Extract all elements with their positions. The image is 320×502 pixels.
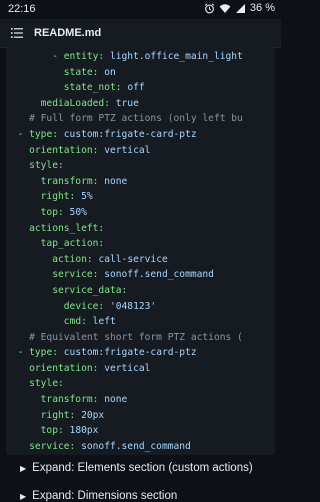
expander-label: Expand: Dimensions section bbox=[32, 490, 178, 502]
code-key: action: bbox=[52, 253, 99, 265]
code-value: 50% bbox=[69, 206, 87, 218]
code-value: vertical bbox=[104, 362, 151, 374]
code-value: call-service bbox=[98, 253, 168, 265]
code-content: - entity: light.office_main_light state:… bbox=[6, 47, 275, 455]
code-line: actions_left: bbox=[6, 221, 275, 237]
code-line: style: bbox=[6, 376, 275, 392]
code-line: - entity: light.office_main_light bbox=[6, 49, 275, 65]
code-key: - type: bbox=[17, 347, 64, 359]
code-line: orientation: vertical bbox=[6, 143, 275, 159]
code-line: tap_action: bbox=[6, 236, 275, 252]
file-header: README.md bbox=[0, 19, 281, 48]
code-line: transform: none bbox=[6, 392, 275, 408]
wifi-icon bbox=[219, 3, 231, 13]
code-line: # Equivalent short form PTZ actions ( bbox=[6, 330, 275, 346]
triangle-right-icon: ▶ bbox=[20, 463, 27, 473]
code-value: none bbox=[104, 394, 128, 406]
code-line: state: on bbox=[6, 65, 275, 81]
code-line: - type: custom:frigate-card-ptz bbox=[6, 127, 275, 143]
file-name: README.md bbox=[34, 27, 102, 39]
code-line: data_left: bbox=[6, 454, 275, 455]
code-line: - type: custom:frigate-card-ptz bbox=[6, 345, 275, 361]
battery-percent: 36 % bbox=[249, 2, 275, 14]
code-line: action: call-service bbox=[6, 252, 275, 268]
code-key: top: bbox=[40, 206, 70, 218]
code-key: - entity: bbox=[52, 51, 110, 62]
code-key: state_not: bbox=[63, 82, 128, 94]
code-key: service: bbox=[29, 440, 82, 452]
status-icons: 36 % bbox=[204, 2, 275, 14]
code-line: orientation: vertical bbox=[6, 361, 275, 377]
code-line: service_data: bbox=[6, 283, 275, 299]
code-line: # Full form PTZ actions (only left bu bbox=[6, 111, 275, 127]
code-value: custom:frigate-card-ptz bbox=[63, 347, 197, 359]
code-line: service: sonoff.send_command bbox=[6, 267, 275, 283]
code-line: top: 180px bbox=[6, 423, 275, 439]
expander-dimensions-section[interactable]: ▶ Expand: Dimensions section bbox=[20, 490, 177, 502]
code-value: 180px bbox=[69, 425, 99, 437]
code-value: true bbox=[115, 97, 139, 109]
code-value: 5% bbox=[81, 191, 93, 203]
code-value: custom:frigate-card-ptz bbox=[63, 128, 197, 140]
code-value: vertical bbox=[104, 144, 151, 156]
code-key: orientation: bbox=[29, 144, 105, 156]
code-key: transform: bbox=[40, 175, 105, 187]
code-key: state: bbox=[63, 66, 105, 78]
code-line: top: 50% bbox=[6, 205, 275, 221]
triangle-right-icon: ▶ bbox=[20, 491, 27, 501]
expander-elements-section[interactable]: ▶ Expand: Elements section (custom actio… bbox=[20, 462, 253, 474]
menu-icon[interactable] bbox=[10, 26, 24, 40]
code-line: mediaLoaded: true bbox=[6, 96, 275, 112]
code-value: sonoff.send_command bbox=[104, 269, 214, 281]
code-key: actions_left: bbox=[29, 222, 105, 234]
code-key: service: bbox=[52, 269, 105, 281]
code-key: style: bbox=[29, 160, 64, 172]
code-line: service: sonoff.send_command bbox=[6, 439, 275, 455]
code-line: right: 20px bbox=[6, 408, 275, 424]
code-key: tap_action: bbox=[40, 238, 105, 250]
code-key: mediaLoaded: bbox=[40, 97, 116, 109]
code-key: cmd: bbox=[63, 316, 93, 328]
code-key: top: bbox=[40, 425, 70, 437]
code-line: device: '048123' bbox=[6, 299, 275, 315]
code-comment: # Equivalent short form PTZ actions ( bbox=[29, 331, 243, 343]
code-value: light.office_main_light bbox=[109, 51, 243, 62]
status-time: 22:16 bbox=[8, 3, 36, 15]
alarm-icon bbox=[204, 3, 215, 13]
code-value: sonoff.send_command bbox=[81, 440, 191, 452]
status-bar: 22:16 36 % bbox=[0, 0, 281, 19]
signal-icon bbox=[235, 3, 245, 13]
code-key: service_data: bbox=[52, 284, 128, 296]
code-key: right: bbox=[40, 191, 82, 203]
code-line: right: 5% bbox=[6, 189, 275, 205]
code-value: 20px bbox=[81, 409, 105, 421]
code-key: style: bbox=[29, 378, 64, 390]
code-value: left bbox=[92, 316, 116, 328]
code-line: cmd: left bbox=[6, 314, 275, 330]
code-value: on bbox=[104, 66, 116, 78]
code-line: style: bbox=[6, 158, 275, 174]
code-line: state_not: off bbox=[6, 80, 275, 96]
expander-label: Expand: Elements section (custom actions… bbox=[32, 462, 253, 474]
code-comment: # Full form PTZ actions (only left bu bbox=[29, 113, 243, 125]
code-value: '048123' bbox=[109, 300, 157, 312]
code-block: - entity: light.office_main_light state:… bbox=[6, 47, 275, 455]
code-key: transform: bbox=[40, 394, 105, 406]
code-key: - type: bbox=[17, 128, 64, 140]
code-line: transform: none bbox=[6, 174, 275, 190]
code-value: off bbox=[127, 82, 145, 94]
code-value: none bbox=[104, 175, 128, 187]
code-key: device: bbox=[63, 300, 110, 312]
code-key: orientation: bbox=[29, 362, 105, 374]
code-key: right: bbox=[40, 409, 82, 421]
